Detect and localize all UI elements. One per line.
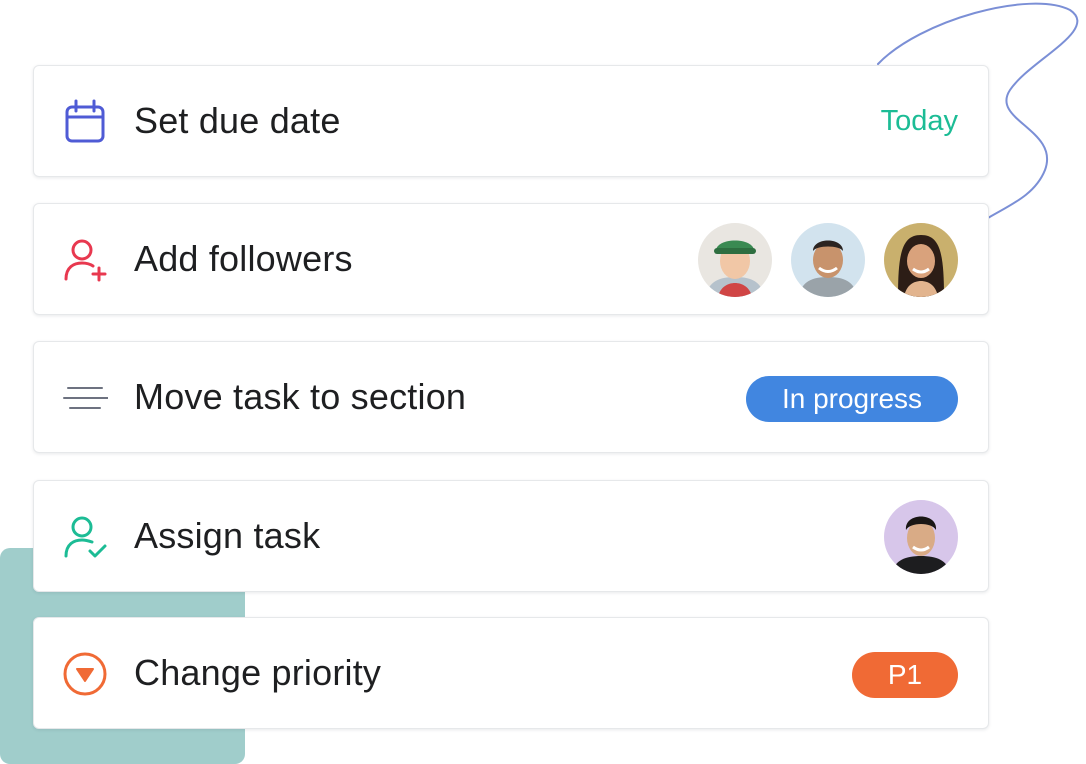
follower-avatar-1[interactable] <box>698 223 772 297</box>
assign-task-row[interactable]: Assign task <box>33 480 989 592</box>
section-status-pill[interactable]: In progress <box>746 376 958 422</box>
follower-avatar-2[interactable] <box>791 223 865 297</box>
change-priority-row[interactable]: Change priority P1 <box>33 617 989 729</box>
move-task-to-section-row[interactable]: Move task to section In progress <box>33 341 989 453</box>
change-priority-label: Change priority <box>134 652 382 693</box>
due-date-value[interactable]: Today <box>881 66 958 176</box>
set-due-date-label: Set due date <box>134 100 341 141</box>
priority-down-icon <box>62 651 108 697</box>
follower-avatars <box>698 223 958 297</box>
calendar-icon <box>62 99 108 145</box>
add-followers-row[interactable]: Add followers <box>33 203 989 315</box>
move-task-to-section-label: Move task to section <box>134 376 467 417</box>
follower-avatar-3[interactable] <box>884 223 958 297</box>
assignee-avatars <box>884 500 958 574</box>
assign-user-icon <box>62 514 108 560</box>
priority-pill[interactable]: P1 <box>852 652 958 698</box>
set-due-date-row[interactable]: Set due date Today <box>33 65 989 177</box>
add-user-icon <box>62 237 108 283</box>
assign-task-label: Assign task <box>134 515 321 556</box>
lines-icon <box>62 375 108 421</box>
add-followers-label: Add followers <box>134 238 353 279</box>
assignee-avatar[interactable] <box>884 500 958 574</box>
